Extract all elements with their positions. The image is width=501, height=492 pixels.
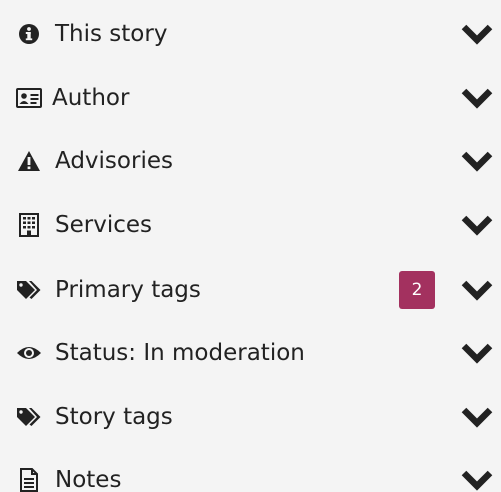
chevron-down-icon[interactable] bbox=[457, 84, 497, 112]
section-label: Story tags bbox=[55, 404, 173, 430]
id-card-icon bbox=[16, 85, 42, 111]
section-status[interactable]: Status: In moderation bbox=[0, 322, 501, 384]
tags-icon bbox=[16, 404, 42, 430]
count-badge: 2 bbox=[399, 271, 435, 309]
section-label: Status: In moderation bbox=[55, 340, 305, 366]
eye-icon bbox=[16, 340, 42, 366]
chevron-down-icon[interactable] bbox=[457, 466, 497, 492]
section-label: Notes bbox=[55, 467, 122, 492]
chevron-down-icon[interactable] bbox=[457, 339, 497, 367]
story-sidebar-panel: This story Author Advisories Services Pr… bbox=[0, 0, 501, 492]
chevron-down-icon[interactable] bbox=[457, 276, 497, 304]
section-label: This story bbox=[55, 21, 168, 47]
building-icon bbox=[16, 212, 42, 238]
section-label: Services bbox=[55, 212, 152, 238]
section-story-tags[interactable]: Story tags bbox=[0, 386, 501, 448]
section-this-story[interactable]: This story bbox=[0, 3, 501, 65]
section-label: Author bbox=[52, 85, 130, 111]
section-primary-tags[interactable]: Primary tags 2 bbox=[0, 259, 501, 321]
chevron-down-icon[interactable] bbox=[457, 147, 497, 175]
tags-icon bbox=[16, 277, 42, 303]
warning-icon bbox=[16, 148, 42, 174]
section-notes[interactable]: Notes bbox=[0, 449, 501, 492]
document-icon bbox=[16, 467, 42, 492]
section-advisories[interactable]: Advisories bbox=[0, 130, 501, 192]
chevron-down-icon[interactable] bbox=[457, 403, 497, 431]
section-author[interactable]: Author bbox=[0, 67, 501, 129]
section-label: Advisories bbox=[55, 148, 173, 174]
chevron-down-icon[interactable] bbox=[457, 211, 497, 239]
info-icon bbox=[16, 21, 42, 47]
section-services[interactable]: Services bbox=[0, 194, 501, 256]
section-label: Primary tags bbox=[55, 277, 201, 303]
chevron-down-icon[interactable] bbox=[457, 20, 497, 48]
